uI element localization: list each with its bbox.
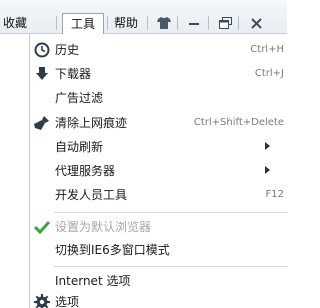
menu-item-shortcut: F12 xyxy=(265,189,284,200)
restore-icon xyxy=(218,17,232,29)
submenu-arrow-icon xyxy=(265,166,270,174)
menu-item-label: 选项 xyxy=(55,295,80,308)
menu-tools[interactable]: 工具 xyxy=(62,13,104,35)
shirt-icon xyxy=(157,17,171,29)
menu-item-downloader[interactable]: 下载器 Ctrl+J xyxy=(30,62,288,86)
menu-item-options[interactable]: 选项 xyxy=(30,290,288,308)
menu-separator xyxy=(147,16,148,30)
menu-item-label: 切换到IE6多窗口模式 xyxy=(55,243,170,257)
menu-item-proxy-server[interactable]: 代理服务器 xyxy=(30,159,288,183)
menu-item-label: 自动刷新 xyxy=(55,140,104,154)
minimize-icon xyxy=(188,17,200,29)
broom-icon xyxy=(33,114,51,132)
menu-item-clear-traces[interactable]: 清除上网痕迹 Ctrl+Shift+Delete xyxy=(30,111,288,135)
menu-item-shortcut: Ctrl+J xyxy=(254,68,284,79)
skin-button[interactable] xyxy=(152,13,176,33)
window-separator xyxy=(208,16,209,30)
menu-item-switch-ie6-mode[interactable]: 切换到IE6多窗口模式 xyxy=(30,238,288,262)
menu-item-label: 开发人员工具 xyxy=(55,188,128,202)
menu-favorites[interactable]: 收藏 xyxy=(0,14,30,34)
menu-separator xyxy=(54,212,288,213)
gear-icon xyxy=(33,293,51,308)
menu-item-shortcut: Ctrl+Shift+Delete xyxy=(193,117,284,128)
download-arrow-icon xyxy=(33,65,51,83)
minimize-button[interactable] xyxy=(182,13,206,33)
menu-separator xyxy=(107,16,108,30)
menu-bar: 收藏 工具 帮助 xyxy=(0,0,287,35)
menu-item-label: 设置为默认浏览器 xyxy=(55,220,152,234)
menu-item-label: 历史 xyxy=(55,43,80,57)
menu-item-label: 代理服务器 xyxy=(55,164,116,178)
restore-button[interactable] xyxy=(213,13,237,33)
menu-item-label: 广告过滤 xyxy=(55,91,104,105)
menu-help[interactable]: 帮助 xyxy=(111,14,141,34)
menu-item-developer-tools[interactable]: 开发人员工具 F12 xyxy=(30,183,288,207)
close-button[interactable] xyxy=(244,13,268,33)
checkmark-icon xyxy=(33,218,51,236)
menu-separator xyxy=(56,16,57,30)
window-separator xyxy=(238,16,239,30)
window-separator xyxy=(177,16,178,30)
menu-item-label: 清除上网痕迹 xyxy=(55,116,128,130)
menu-item-ad-filter[interactable]: 广告过滤 xyxy=(30,86,288,110)
menu-item-label: Internet 选项 xyxy=(55,274,131,288)
menu-separator xyxy=(54,266,288,267)
menu-item-history[interactable]: 历史 Ctrl+H xyxy=(30,38,288,62)
submenu-arrow-icon xyxy=(265,142,270,150)
menu-item-label: 下载器 xyxy=(55,67,92,81)
close-icon xyxy=(250,17,262,29)
menu-item-shortcut: Ctrl+H xyxy=(250,44,284,55)
menu-item-auto-refresh[interactable]: 自动刷新 xyxy=(30,135,288,159)
clock-icon xyxy=(33,41,51,59)
menu-item-set-default-browser: 设置为默认浏览器 xyxy=(30,215,288,239)
tools-dropdown-menu: 历史 Ctrl+H 下载器 Ctrl+J 广告过滤 清除上网痕迹 Ctrl+Sh… xyxy=(29,34,288,308)
